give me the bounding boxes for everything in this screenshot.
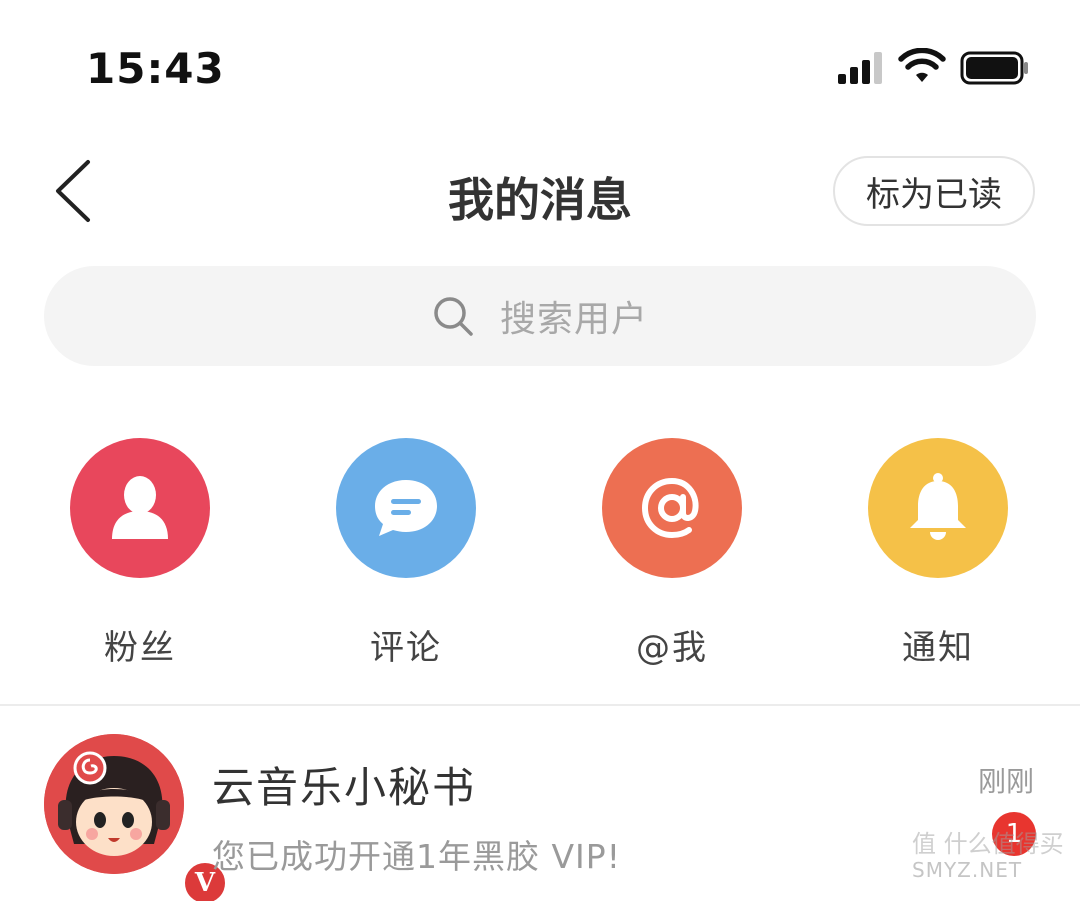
mentions-circle (602, 438, 742, 578)
signal-icon (838, 52, 882, 84)
search-icon (434, 297, 473, 336)
category-fans[interactable]: 粉丝 (40, 436, 240, 676)
status-bar: 15:43 (0, 0, 1080, 130)
watermark-logo: 值 什么值得买 (912, 830, 1064, 858)
category-notifications[interactable]: 通知 (838, 436, 1038, 676)
mark-read-button[interactable]: 标为已读 (833, 156, 1035, 226)
category-comments[interactable]: 评论 (306, 436, 506, 676)
message-sender: 云音乐小秘书 (212, 763, 477, 812)
nav-bar: 我的消息 标为已读 (0, 140, 1080, 240)
wifi-icon (898, 48, 946, 82)
message-time: 刚刚 (977, 765, 1034, 798)
comments-circle (336, 438, 476, 578)
category-label: 粉丝 (104, 628, 176, 668)
fans-circle (70, 438, 210, 578)
category-label: @我 (636, 628, 708, 668)
status-time: 15:43 (86, 44, 225, 93)
person-icon (112, 476, 168, 539)
watermark: SMYZ.NET (912, 858, 1023, 882)
category-label: 通知 (902, 628, 974, 668)
at-icon (641, 477, 699, 539)
cartoon-avatar-icon (44, 734, 184, 874)
search-placeholder: 搜索用户 (499, 299, 648, 340)
bell-icon (910, 473, 966, 540)
avatar: V (44, 734, 228, 901)
category-row: 粉丝 评论 @我 通知 (0, 436, 1080, 676)
comment-icon (375, 480, 437, 536)
category-label: 评论 (370, 628, 442, 668)
message-preview: 您已成功开通1年黑胶 VIP! (212, 837, 621, 876)
battery-icon (960, 51, 1028, 85)
search-input[interactable]: 搜索用户 (44, 266, 1036, 366)
category-mentions[interactable]: @我 (572, 436, 772, 676)
notifications-circle (868, 438, 1008, 578)
